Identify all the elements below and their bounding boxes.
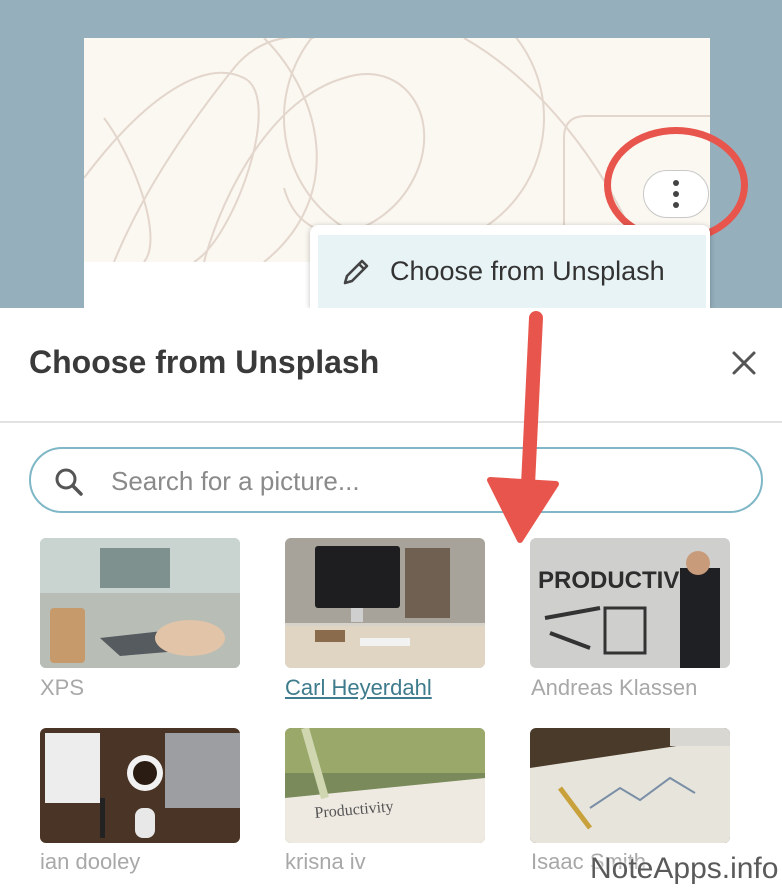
photo-image bbox=[285, 538, 485, 668]
photo-thumbnail-andreas-klassen[interactable]: PRODUCTIV bbox=[530, 538, 730, 668]
modal-title: Choose from Unsplash bbox=[29, 344, 380, 380]
photo-author: Andreas Klassen bbox=[531, 675, 698, 700]
search-input[interactable] bbox=[111, 461, 731, 501]
menu-item-label: Choose from Unsplash bbox=[390, 256, 665, 286]
search-icon bbox=[55, 468, 83, 496]
header-divider bbox=[0, 421, 782, 423]
menu-item-choose-from-unsplash[interactable]: Choose from Unsplash bbox=[318, 235, 706, 308]
photo-thumbnail-ian-dooley[interactable] bbox=[40, 728, 240, 843]
photo-author: krisna iv bbox=[285, 849, 366, 874]
pencil-icon bbox=[343, 259, 369, 284]
unsplash-modal: Choose from Unsplash Search for a pictur… bbox=[0, 308, 782, 890]
photo-thumbnail-krisna-iv[interactable]: Productivity bbox=[285, 728, 485, 843]
photo-image bbox=[40, 538, 240, 668]
photo-image bbox=[40, 728, 240, 843]
close-icon bbox=[732, 351, 756, 375]
photo-image: Productivity bbox=[285, 728, 485, 843]
photo-author: ian dooley bbox=[40, 849, 141, 874]
svg-text:PRODUCTIV: PRODUCTIV bbox=[538, 567, 679, 594]
watermark-text: NoteApps.info bbox=[590, 852, 779, 885]
photo-image bbox=[530, 728, 730, 843]
photo-thumbnail-carl-heyerdahl[interactable] bbox=[285, 538, 485, 668]
page-content-strip bbox=[84, 262, 310, 308]
photo-author: XPS bbox=[40, 675, 85, 700]
page-backdrop: Choose from Unsplash bbox=[0, 0, 782, 308]
cover-options-menu: Choose from Unsplash bbox=[310, 225, 710, 308]
photo-thumbnail-isaac-smith[interactable] bbox=[530, 728, 730, 843]
close-button[interactable] bbox=[727, 346, 761, 380]
photo-image: PRODUCTIV bbox=[530, 538, 730, 668]
photo-author-link[interactable]: Carl Heyerdahl bbox=[285, 675, 432, 701]
search-field[interactable] bbox=[29, 447, 763, 513]
photo-thumbnail-xps[interactable] bbox=[40, 538, 240, 668]
